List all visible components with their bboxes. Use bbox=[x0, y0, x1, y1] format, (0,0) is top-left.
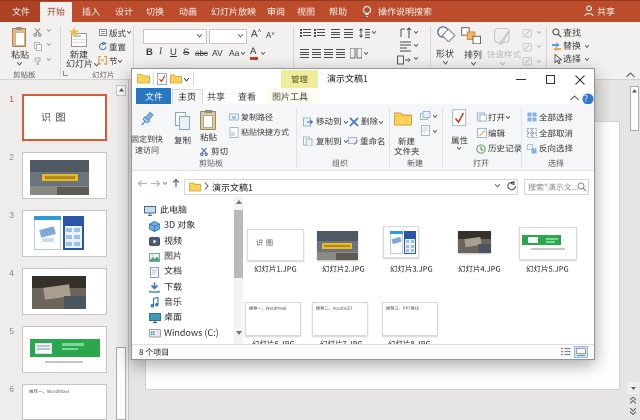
svg-text:w: w bbox=[232, 115, 236, 121]
